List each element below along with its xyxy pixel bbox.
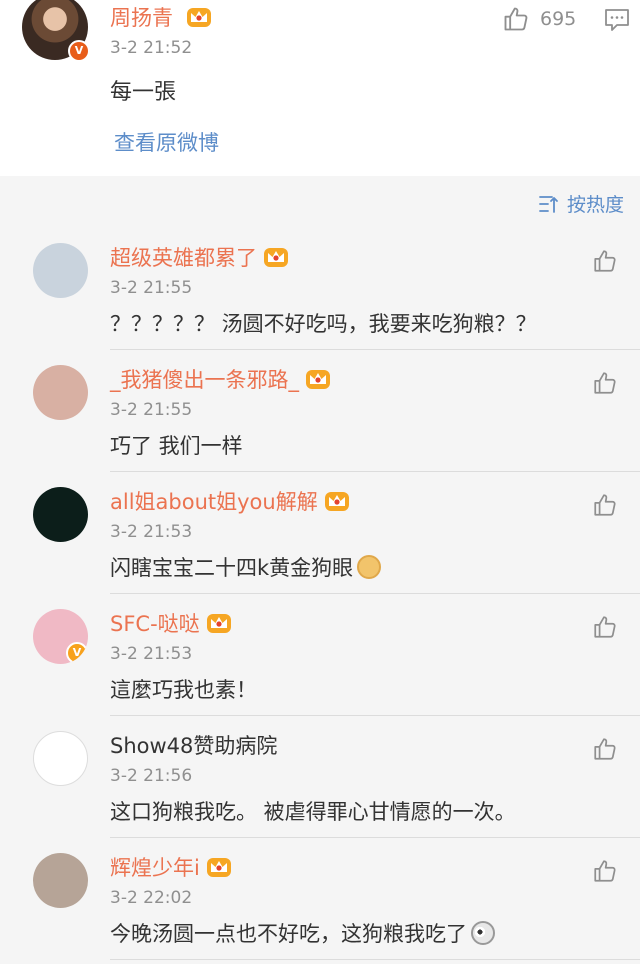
comment-item[interactable]: 辉煌少年i 3-2 22:02 今晚汤圆一点也不好吃，这狗粮我吃了 [0, 838, 640, 960]
vip-crown-icon [206, 614, 231, 633]
thumbs-up-icon [594, 250, 616, 272]
comment-time: 3-2 21:53 [110, 522, 193, 542]
post-author-avatar[interactable]: V [22, 0, 90, 62]
comment-like-button[interactable] [592, 248, 618, 274]
divider [110, 959, 640, 960]
commenter-name[interactable]: SFC-哒哒 [110, 608, 232, 638]
comment-item[interactable]: _我猪傻出一条邪路_ 3-2 21:55 巧了 我们一样 [0, 350, 640, 472]
post-like-button[interactable]: 695 [502, 4, 576, 34]
commenter-name-text: SFC-哒哒 [110, 612, 200, 636]
comment-like-button[interactable] [592, 858, 618, 884]
comment-time: 3-2 21:55 [110, 278, 193, 298]
commenter-avatar[interactable] [33, 853, 88, 908]
comment-item[interactable]: V SFC-哒哒 3-2 21:53 這麼巧我也素！ [0, 594, 640, 716]
post-author-name[interactable]: 周扬青 [110, 2, 212, 32]
comment-time: 3-2 21:56 [110, 766, 193, 786]
comment-item[interactable]: 超级英雄都累了 3-2 21:55 ？？？？？ 汤圆不好吃吗，我要来吃狗粮？？ [0, 228, 640, 350]
commenter-name[interactable]: Show48赞助病院 [110, 730, 277, 760]
commenter-name[interactable]: 辉煌少年i [110, 852, 232, 882]
commenter-avatar[interactable]: V [33, 609, 88, 664]
comment-text: 這麼巧我也素！ [110, 674, 257, 704]
comment-like-button[interactable] [592, 492, 618, 518]
vip-crown-icon [186, 8, 211, 27]
comment-like-button[interactable] [592, 736, 618, 762]
comment-text: ？？？？？ 汤圆不好吃吗，我要来吃狗粮？？ [110, 308, 537, 338]
commenter-name-text: Show48赞助病院 [110, 734, 278, 758]
commenter-name-text: all姐about姐you解解 [110, 490, 318, 514]
commenter-avatar[interactable] [33, 243, 88, 298]
vip-crown-icon [324, 492, 349, 511]
comment-time: 3-2 22:02 [110, 888, 193, 908]
original-post: V 周扬青 3-2 21:52 每一張 查看原微博 695 [0, 0, 640, 176]
thumbs-up-icon [594, 372, 616, 394]
comment-like-button[interactable] [592, 370, 618, 396]
thumbs-up-icon [594, 738, 616, 760]
post-time: 3-2 21:52 [110, 38, 193, 58]
comment-text-content: ？？？？？ 汤圆不好吃吗，我要来吃狗粮？？ [110, 312, 537, 336]
comment-sort-bar: 按热度 [0, 176, 640, 228]
comment-text-content: 今晚汤圆一点也不好吃，这狗粮我吃了 [110, 922, 467, 946]
sort-label: 按热度 [566, 194, 624, 216]
post-author-name-text: 周扬青 [110, 6, 173, 30]
comment-text: 这口狗粮我吃。 被虐得罪心甘情愿的一次。 [110, 796, 516, 826]
verified-badge-icon: V [68, 40, 90, 62]
comment-text: 闪瞎宝宝二十四k黄金狗眼 [110, 552, 382, 582]
commenter-name-text: 辉煌少年i [110, 856, 200, 880]
vip-crown-icon [306, 370, 330, 389]
comment-text-content: 这口狗粮我吃。 被虐得罪心甘情愿的一次。 [110, 800, 516, 824]
commenter-name[interactable]: 超级英雄都累了 [110, 242, 289, 272]
panda-emoji-icon [471, 921, 495, 945]
comment-item[interactable]: all姐about姐you解解 3-2 21:53 闪瞎宝宝二十四k黄金狗眼 [0, 472, 640, 594]
comment-icon [605, 9, 629, 31]
comment-text-content: 巧了 我们一样 [110, 434, 243, 458]
comment-text: 今晚汤圆一点也不好吃，这狗粮我吃了 [110, 918, 495, 948]
post-comment-button[interactable] [604, 8, 630, 32]
vip-crown-icon [264, 248, 288, 267]
comment-text-content: 闪瞎宝宝二十四k黄金狗眼 [110, 556, 354, 580]
commenter-avatar[interactable] [33, 731, 88, 786]
commenter-avatar[interactable] [33, 365, 88, 420]
view-original-weibo-link[interactable]: 查看原微博 [114, 127, 219, 157]
commenter-name-text: 超级英雄都累了 [110, 246, 257, 270]
commenter-avatar[interactable] [33, 487, 88, 542]
comment-text: 巧了 我们一样 [110, 430, 243, 460]
sort-icon [539, 195, 558, 213]
sort-by-hot-button[interactable]: 按热度 [539, 190, 624, 217]
dog-face-emoji-icon [357, 555, 382, 579]
comment-time: 3-2 21:55 [110, 400, 193, 420]
commenter-name[interactable]: all姐about姐you解解 [110, 486, 350, 516]
thumbs-up-icon [594, 616, 616, 638]
comment-text-content: 這麼巧我也素！ [110, 678, 257, 702]
thumbs-up-icon [594, 494, 616, 516]
commenter-name-text: _我猪傻出一条邪路_ [110, 368, 299, 392]
post-like-count: 695 [540, 8, 577, 30]
vip-crown-icon [206, 858, 231, 877]
thumbs-up-icon [594, 860, 616, 882]
comment-item[interactable]: Show48赞助病院 3-2 21:56 这口狗粮我吃。 被虐得罪心甘情愿的一次。 [0, 716, 640, 838]
commenter-name[interactable]: _我猪傻出一条邪路_ [110, 364, 331, 394]
post-text: 每一張 [110, 80, 177, 105]
comment-like-button[interactable] [592, 614, 618, 640]
comment-time: 3-2 21:53 [110, 644, 193, 664]
thumbs-up-icon [504, 7, 528, 31]
verified-badge-icon: V [66, 642, 88, 664]
